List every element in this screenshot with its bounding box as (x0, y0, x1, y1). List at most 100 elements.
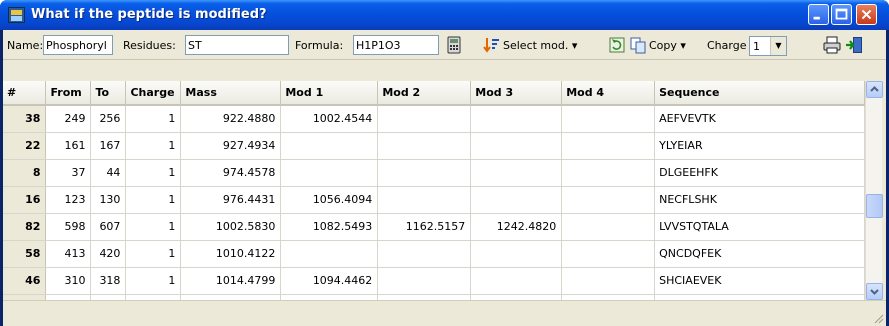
cell-mod4 (561, 213, 656, 241)
cell-id: 46 (3, 267, 47, 295)
cell-mod2: 1162.5157 (377, 213, 472, 241)
column-header[interactable]: # (3, 81, 47, 106)
cell-charge: 1 (125, 267, 182, 295)
table-row[interactable]: 8 37 44 1 974.4578 DLGEEHFK (3, 159, 865, 187)
cell-mod1: 1094.4462 (280, 267, 379, 295)
vertical-scrollbar[interactable] (865, 81, 883, 300)
cell-mod2 (377, 132, 472, 160)
column-header[interactable]: Charge (125, 81, 182, 106)
cell-mod2 (377, 105, 472, 133)
column-header[interactable]: Mod 3 (470, 81, 563, 106)
cell-mod1 (280, 240, 379, 268)
cell-from: 123 (45, 186, 92, 214)
cell-to: 318 (90, 267, 127, 295)
cell-id: 22 (3, 132, 47, 160)
refresh-icon[interactable] (608, 36, 626, 54)
cell-mod1: 1002.4544 (280, 105, 379, 133)
cell-id: 58 (3, 240, 47, 268)
copy-button[interactable]: Copy ▾ (649, 39, 686, 52)
name-field[interactable]: Phosphoryl (43, 35, 113, 55)
column-header[interactable]: From (45, 81, 92, 106)
status-bar (3, 300, 886, 326)
resize-grip-icon[interactable] (872, 312, 884, 324)
charge-value: 1 (753, 40, 760, 53)
table-row[interactable]: 16 123 130 1 976.4431 1056.4094 NECFLSHK (3, 186, 865, 214)
chevron-down-icon[interactable]: ▼ (770, 37, 786, 55)
cell-mass: 1002.5830 (180, 213, 282, 241)
results-table[interactable]: # From To Charge Mass Mod 1 Mod 2 Mod 3 … (3, 81, 865, 300)
residues-field[interactable]: ST (185, 35, 289, 55)
scroll-down-button[interactable] (866, 283, 883, 300)
cell-seq: SHCIAEVEK (654, 267, 865, 295)
column-header[interactable]: Mod 4 (561, 81, 656, 106)
cell-to: 420 (90, 240, 127, 268)
cell-mass: 922.4880 (180, 105, 282, 133)
formula-label: Formula: (295, 39, 344, 52)
table-row[interactable]: 22 161 167 1 927.4934 YLYEIAR (3, 132, 865, 160)
column-header[interactable]: Mod 1 (280, 81, 379, 106)
cell-seq: AEFVEVTK (654, 105, 865, 133)
cell-mod4 (561, 240, 656, 268)
cell-mod1: 1056.4094 (280, 186, 379, 214)
cell-id: 8 (3, 159, 47, 187)
maximize-icon (835, 8, 848, 20)
print-icon[interactable] (823, 36, 841, 54)
maximize-button[interactable] (831, 4, 852, 25)
close-button[interactable] (856, 4, 877, 25)
charge-select[interactable]: 1 ▼ (749, 36, 787, 56)
cell-to: 167 (90, 132, 127, 160)
cell-mass: 1014.4799 (180, 267, 282, 295)
cell-mod4 (561, 159, 656, 187)
calculator-icon[interactable] (445, 36, 463, 54)
select-mod-button[interactable]: Select mod. ▾ (503, 39, 577, 52)
sort-icon[interactable] (483, 36, 501, 54)
column-header[interactable]: Sequence (654, 81, 865, 106)
cell-mass: 1010.4122 (180, 240, 282, 268)
copy-icon[interactable] (629, 36, 647, 54)
table-row[interactable]: 46 310 318 1 1014.4799 1094.4462 SHCIAEVEK (3, 267, 865, 295)
table-row[interactable]: 58 413 420 1 1010.4122 QNCDQFEK (3, 240, 865, 268)
title-bar[interactable]: What if the peptide is modified? (0, 0, 889, 30)
cell-to: 44 (90, 159, 127, 187)
cell-mass: 976.4431 (180, 186, 282, 214)
table-row[interactable]: 82 598 607 1 1002.5830 1082.5493 1162.5157 1242… (3, 213, 865, 241)
cell-from: 310 (45, 267, 92, 295)
cell-from: 37 (45, 159, 92, 187)
column-header[interactable]: Mass (180, 81, 282, 106)
cell-to: 256 (90, 105, 127, 133)
exit-icon[interactable] (845, 36, 863, 54)
cell-mod2 (377, 186, 472, 214)
cell-charge: 1 (125, 240, 182, 268)
cell-from: 413 (45, 240, 92, 268)
scroll-thumb[interactable] (866, 194, 883, 218)
table-row[interactable]: 38 249 256 1 922.4880 1002.4544 AEFVEVTK (3, 105, 865, 133)
cell-id: 38 (3, 105, 47, 133)
cell-seq: LVVSTQTALA (654, 213, 865, 241)
residues-label: Residues: (123, 39, 176, 52)
peptide-table: # From To Charge Mass Mod 1 Mod 2 Mod 3 … (3, 81, 865, 300)
cell-mod1 (280, 159, 379, 187)
cell-mod4 (561, 105, 656, 133)
chevron-up-icon (870, 86, 879, 92)
window-title: What if the peptide is modified? (31, 7, 267, 22)
minimize-button[interactable] (808, 4, 829, 25)
formula-field[interactable]: H1P1O3 (353, 35, 439, 55)
cell-to: 607 (90, 213, 127, 241)
cell-to: 130 (90, 186, 127, 214)
cell-mass: 974.4578 (180, 159, 282, 187)
cell-mod4 (561, 267, 656, 295)
cell-mod1: 1082.5493 (280, 213, 379, 241)
cell-id: 82 (3, 213, 47, 241)
app-icon (8, 7, 25, 23)
name-label: Name: (7, 39, 44, 52)
cell-mod3 (470, 267, 563, 295)
scroll-up-button[interactable] (866, 81, 883, 98)
cell-mod2 (377, 240, 472, 268)
cell-id: 16 (3, 186, 47, 214)
cell-from: 161 (45, 132, 92, 160)
cell-seq: NECFLSHK (654, 186, 865, 214)
cell-charge: 1 (125, 213, 182, 241)
column-header[interactable]: To (90, 81, 127, 106)
column-header[interactable]: Mod 2 (377, 81, 472, 106)
cell-mass: 927.4934 (180, 132, 282, 160)
